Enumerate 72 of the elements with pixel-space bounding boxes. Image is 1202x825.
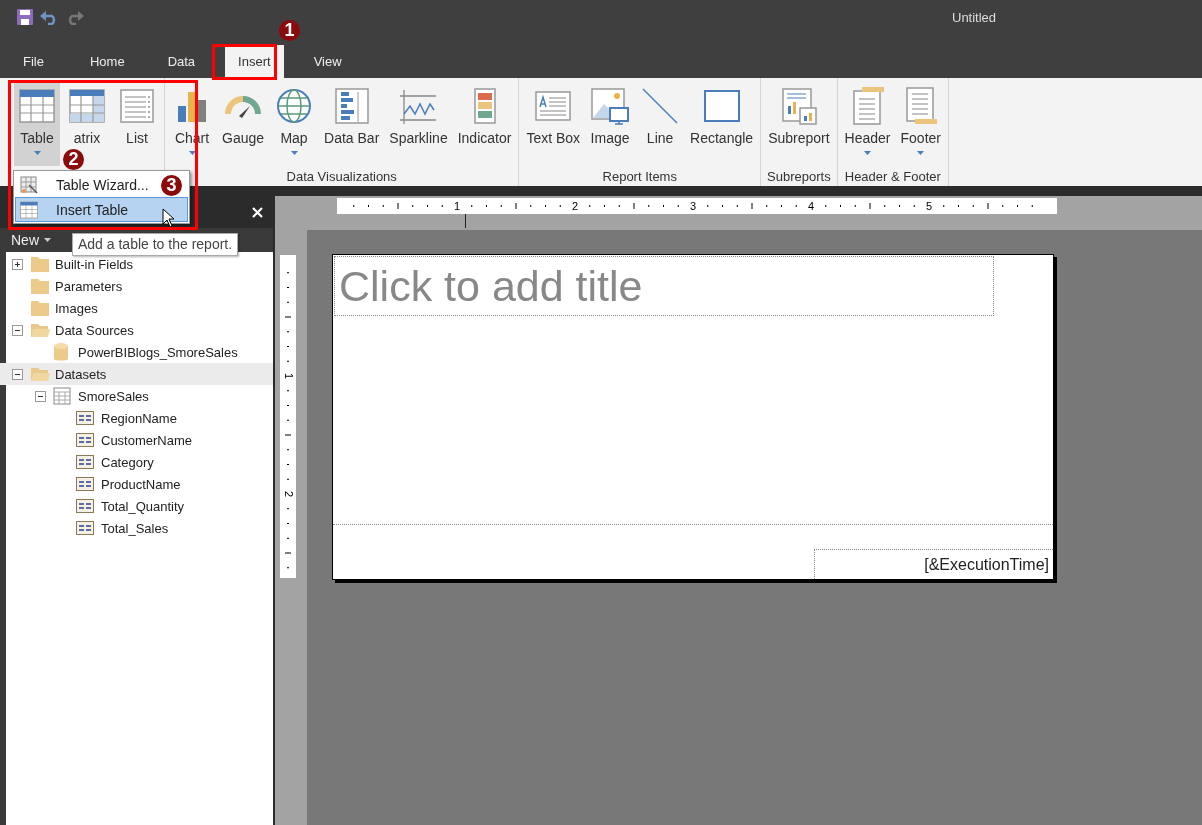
ribbon-button[interactable]: List [114,82,160,147]
horizontal-ruler: 1 2 3 4 5 [337,198,1057,214]
image-icon [590,86,631,126]
ribbon-button[interactable]: Image [587,82,634,147]
new-button[interactable]: New [6,232,56,248]
table-icon [19,199,39,220]
ribbon-button[interactable]: Map [271,82,318,155]
tooltip: Add a table to the report. [72,233,239,256]
tree-item[interactable]: Datasets [0,363,273,385]
title-text-box[interactable]: Click to add title [334,256,994,316]
folder-icon [30,277,50,295]
caret-icon [44,238,51,242]
footer-text-box[interactable]: [&ExecutionTime] [814,549,1053,579]
tree-item[interactable]: Total_Quantity [0,495,273,517]
highlight-frame [212,44,277,80]
ribbon-button[interactable]: Rectangle [687,82,757,147]
tree-item[interactable]: Total_Sales [0,517,273,539]
expand-icon[interactable] [12,258,23,270]
collapse-icon[interactable] [35,390,46,402]
ribbon-button[interactable]: Indicator [454,82,515,147]
tree-item[interactable]: ProductName [0,473,273,495]
tree-item[interactable]: RegionName [0,407,273,429]
table-icon [53,387,71,405]
vertical-ruler: 1 2 [280,255,296,578]
collapse-icon[interactable] [12,368,23,380]
ribbon-button[interactable]: Table [14,82,60,166]
field-icon [76,433,94,447]
field-icon [76,477,94,491]
table-icon [17,86,57,126]
menu-item[interactable]: Insert Table [15,197,188,222]
database-icon [53,342,69,362]
close-icon[interactable] [252,206,263,218]
tree-item[interactable]: Category [0,451,273,473]
ribbon-button[interactable]: Subreport [765,82,833,147]
ribbon-button[interactable]: atrix [64,82,110,147]
ribbon-button[interactable]: Line [637,82,684,147]
ribbon-tab[interactable]: Home [76,45,138,78]
tree-item[interactable]: CustomerName [0,429,273,451]
field-icon [76,455,94,469]
group-label: Report Items [602,169,677,184]
folder-icon [30,365,50,383]
tree-item[interactable]: PowerBIBlogs_SmoreSales [0,341,273,363]
field-icon [76,521,94,535]
folder-icon [30,299,50,317]
ribbon-button[interactable]: Data Bar [321,82,383,147]
ribbon-button[interactable]: Footer [897,82,944,155]
wizard-icon [19,174,39,195]
tree-item[interactable]: Parameters [0,275,273,297]
ribbon-tab[interactable]: Data [154,45,209,78]
field-icon [76,411,94,425]
window-title: Untitled [952,10,997,25]
ribbon-button[interactable]: Text Box [523,82,584,147]
folder-icon [30,321,50,339]
tree-item[interactable]: Built-in Fields [0,253,273,275]
ribbon-button[interactable]: Gauge [219,82,268,147]
group-label: Subreports [767,169,831,184]
tree-item[interactable]: Images [0,297,273,319]
collapse-icon[interactable] [12,324,23,336]
tree-item[interactable]: Data Sources [0,319,273,341]
field-icon [76,499,94,513]
list-icon [117,86,157,126]
group-label: Header & Footer [844,169,941,184]
step-number: 1 [279,20,300,41]
matrix-icon [67,86,107,126]
group-label: Data Visualizations [286,169,397,184]
folder-icon [30,255,50,273]
ribbon-button[interactable]: Header [841,82,894,155]
ribbon-button[interactable]: Sparkline [386,82,451,147]
save-icon[interactable] [17,9,33,25]
ribbon-tab[interactable]: View [300,45,355,78]
ribbon-tab[interactable]: File [10,45,57,78]
tree-item[interactable]: SmoreSales [0,385,273,407]
